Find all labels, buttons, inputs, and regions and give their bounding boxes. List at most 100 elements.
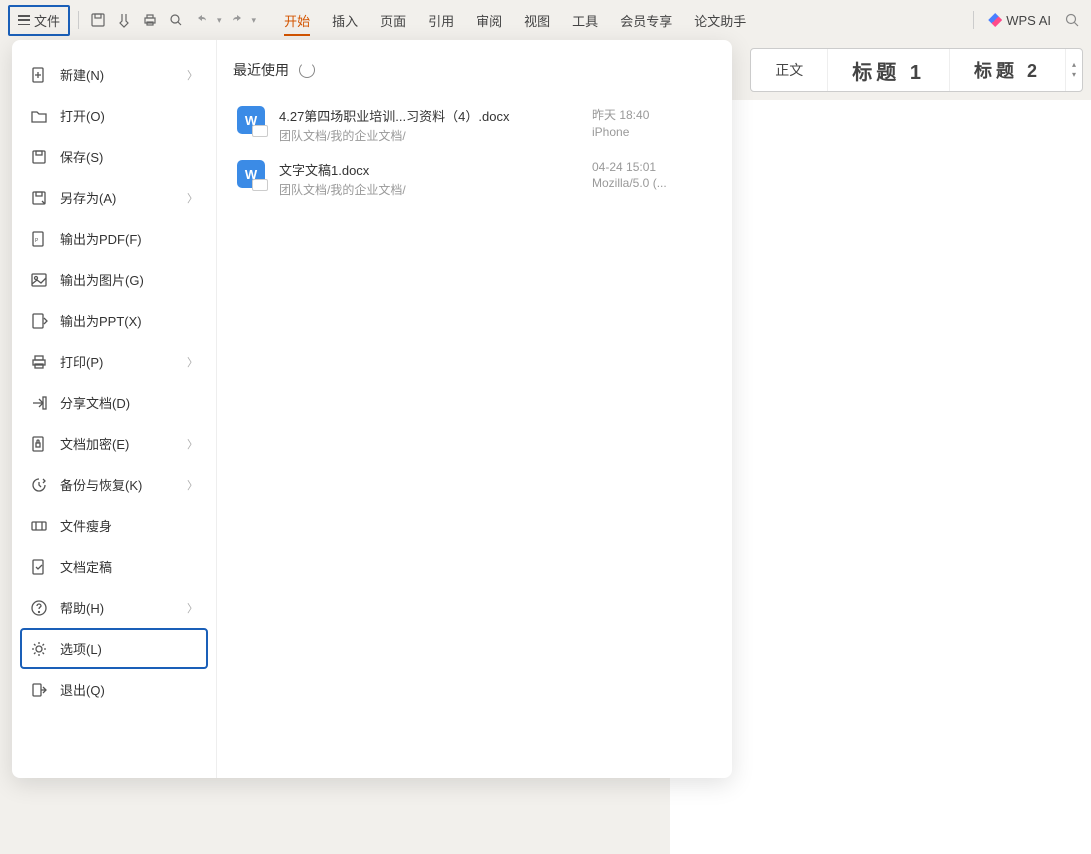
- undo-dropdown-icon[interactable]: ▾: [217, 15, 222, 26]
- ppt-icon: [30, 312, 48, 330]
- file-menu-item-6[interactable]: 输出为PPT(X): [20, 300, 208, 341]
- svg-text:P: P: [35, 238, 39, 244]
- recent-files-panel: 最近使用 W 4.27第四场职业培训...习资料（4）.docx 团队文档/我的…: [217, 40, 732, 778]
- file-menu-item-13[interactable]: 帮助(H) 〉: [20, 587, 208, 628]
- recent-file-title: 4.27第四场职业培训...习资料（4）.docx: [279, 106, 578, 125]
- file-menu-item-label: 文档加密(E): [60, 434, 129, 453]
- file-menu-item-label: 另存为(A): [60, 188, 116, 207]
- wps-ai-button[interactable]: WPS AI: [988, 13, 1051, 28]
- tab-5[interactable]: 视图: [524, 0, 550, 40]
- chevron-right-icon: 〉: [187, 436, 198, 452]
- help-icon: [30, 599, 48, 617]
- touch-mode-icon[interactable]: [113, 9, 135, 31]
- file-menu-item-label: 输出为PDF(F): [60, 229, 142, 248]
- file-menu-item-0[interactable]: 新建(N) 〉: [20, 54, 208, 95]
- exit-icon: [30, 681, 48, 699]
- final-icon: [30, 558, 48, 576]
- tab-1[interactable]: 插入: [332, 0, 358, 40]
- file-menu-item-5[interactable]: 输出为图片(G): [20, 259, 208, 300]
- chevron-right-icon: 〉: [187, 477, 198, 493]
- file-menu-item-3[interactable]: 另存为(A) 〉: [20, 177, 208, 218]
- file-menu-item-14[interactable]: 选项(L): [20, 628, 208, 669]
- file-menu-item-label: 输出为PPT(X): [60, 311, 142, 330]
- file-menu-item-2[interactable]: 保存(S): [20, 136, 208, 177]
- file-menu-item-label: 退出(Q): [60, 680, 105, 699]
- tab-8[interactable]: 论文助手: [694, 0, 746, 40]
- word-doc-icon: W: [237, 160, 265, 188]
- file-menu-list: 新建(N) 〉 打开(O) 保存(S) 另存为(A) 〉P 输出为PDF(F) …: [12, 40, 217, 778]
- style-heading-2[interactable]: 标题 2: [950, 49, 1066, 91]
- file-menu-item-10[interactable]: 备份与恢复(K) 〉: [20, 464, 208, 505]
- redo-dropdown-icon[interactable]: ▾: [252, 15, 257, 26]
- file-dropdown-panel: 新建(N) 〉 打开(O) 保存(S) 另存为(A) 〉P 输出为PDF(F) …: [12, 40, 732, 778]
- file-menu-item-12[interactable]: 文档定稿: [20, 546, 208, 587]
- tab-0[interactable]: 开始: [284, 0, 310, 40]
- plus-page-icon: [30, 66, 48, 84]
- recent-file-source: Mozilla/5.0 (...: [592, 176, 712, 190]
- tab-3[interactable]: 引用: [428, 0, 454, 40]
- file-menu-item-15[interactable]: 退出(Q): [20, 669, 208, 710]
- separator: [973, 11, 974, 29]
- chevron-right-icon: 〉: [187, 190, 198, 206]
- refresh-icon[interactable]: [299, 62, 315, 78]
- style-gallery: 正文 标题 1 标题 2 ▴▾: [750, 48, 1083, 92]
- tab-2[interactable]: 页面: [380, 0, 406, 40]
- gear-icon: [30, 640, 48, 658]
- pdf-icon: P: [30, 230, 48, 248]
- image-icon: [30, 271, 48, 289]
- file-menu-item-4[interactable]: P 输出为PDF(F): [20, 218, 208, 259]
- file-menu-item-label: 分享文档(D): [60, 393, 130, 412]
- share-icon: [30, 394, 48, 412]
- file-menu-item-1[interactable]: 打开(O): [20, 95, 208, 136]
- recent-file-item[interactable]: W 文字文稿1.docx 团队文档/我的企业文档/ 04-24 15:01 Mo…: [233, 152, 716, 206]
- slim-icon: [30, 517, 48, 535]
- recent-file-date: 昨天 18:40: [592, 106, 712, 123]
- print-icon[interactable]: [139, 9, 161, 31]
- print-icon: [30, 353, 48, 371]
- save-icon[interactable]: [87, 9, 109, 31]
- recent-file-path: 团队文档/我的企业文档/: [279, 127, 578, 144]
- file-menu-item-label: 文档定稿: [60, 557, 112, 576]
- folder-icon: [30, 107, 48, 125]
- style-gallery-expand[interactable]: ▴▾: [1066, 49, 1082, 91]
- hamburger-icon: [18, 15, 30, 25]
- chevron-right-icon: 〉: [187, 67, 198, 83]
- search-icon[interactable]: [1061, 9, 1083, 31]
- save-icon: [30, 148, 48, 166]
- undo-icon[interactable]: [191, 9, 213, 31]
- file-menu-button[interactable]: 文件: [8, 5, 70, 36]
- file-menu-item-8[interactable]: 分享文档(D): [20, 382, 208, 423]
- preview-icon[interactable]: [165, 9, 187, 31]
- recent-file-path: 团队文档/我的企业文档/: [279, 181, 578, 198]
- recent-file-title: 文字文稿1.docx: [279, 160, 578, 179]
- chevron-right-icon: 〉: [187, 354, 198, 370]
- recent-file-item[interactable]: W 4.27第四场职业培训...习资料（4）.docx 团队文档/我的企业文档/…: [233, 98, 716, 152]
- document-page[interactable]: [670, 100, 1091, 854]
- file-menu-item-label: 保存(S): [60, 147, 103, 166]
- file-menu-item-7[interactable]: 打印(P) 〉: [20, 341, 208, 382]
- style-heading-1[interactable]: 标题 1: [828, 49, 950, 91]
- style-body[interactable]: 正文: [751, 49, 828, 91]
- tab-6[interactable]: 工具: [572, 0, 598, 40]
- recent-file-date: 04-24 15:01: [592, 160, 712, 174]
- file-menu-item-9[interactable]: 文档加密(E) 〉: [20, 423, 208, 464]
- file-menu-item-label: 输出为图片(G): [60, 270, 144, 289]
- tab-4[interactable]: 审阅: [476, 0, 502, 40]
- save-as-icon: [30, 189, 48, 207]
- file-menu-item-label: 选项(L): [60, 639, 102, 658]
- file-menu-item-label: 备份与恢复(K): [60, 475, 142, 494]
- file-menu-item-label: 文件瘦身: [60, 516, 112, 535]
- file-menu-item-11[interactable]: 文件瘦身: [20, 505, 208, 546]
- tab-7[interactable]: 会员专享: [620, 0, 672, 40]
- file-menu-item-label: 帮助(H): [60, 598, 104, 617]
- file-menu-label: 文件: [34, 11, 60, 30]
- main-toolbar: 文件 ▾ ▾ 开始插入页面引用审阅视图工具会员专享论文助手 WPS AI: [0, 0, 1091, 40]
- separator: [78, 11, 79, 29]
- redo-icon[interactable]: [226, 9, 248, 31]
- file-menu-item-label: 打印(P): [60, 352, 103, 371]
- wps-ai-label: WPS AI: [1006, 13, 1051, 28]
- recent-file-source: iPhone: [592, 125, 712, 139]
- file-menu-item-label: 新建(N): [60, 65, 104, 84]
- ribbon-tabs: 开始插入页面引用审阅视图工具会员专享论文助手: [284, 0, 746, 40]
- file-menu-item-label: 打开(O): [60, 106, 105, 125]
